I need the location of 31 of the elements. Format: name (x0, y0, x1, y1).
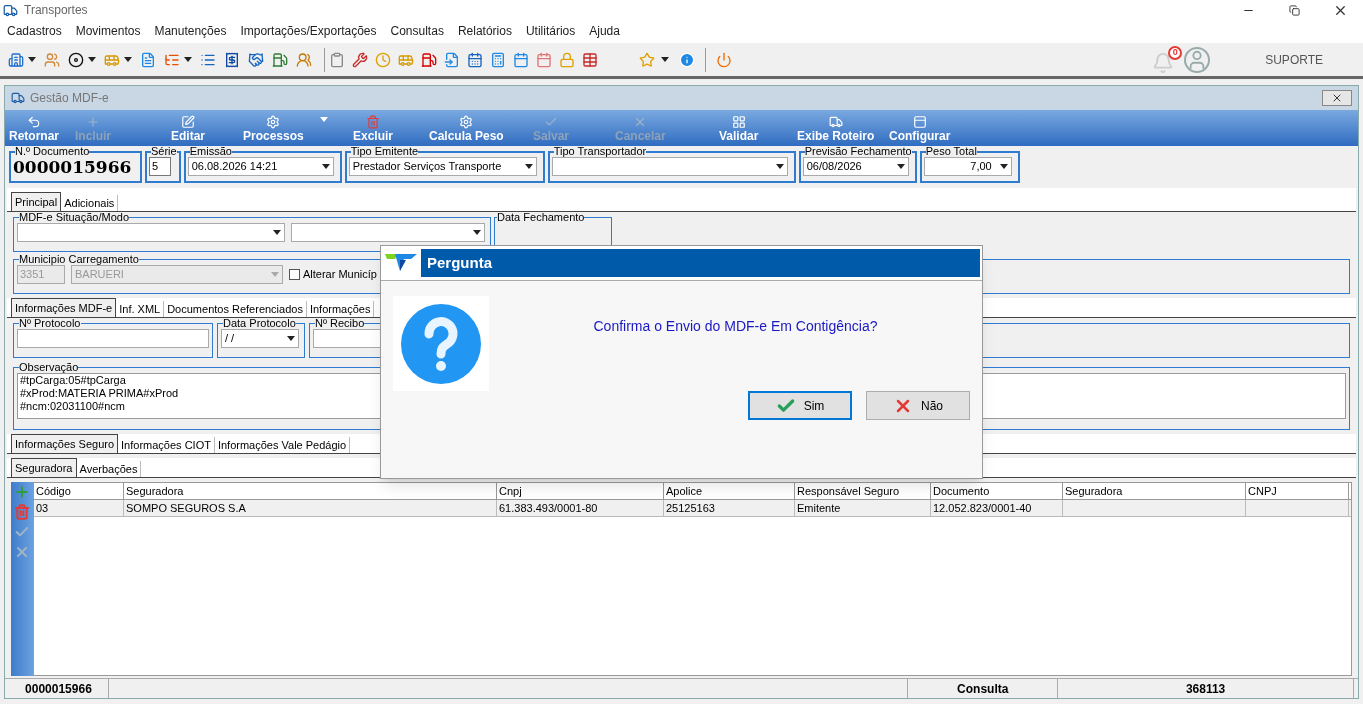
table-cell-text: 12.052.823/0001-40 (932, 501, 1033, 516)
field-label: Municipio Carregamento (19, 254, 139, 265)
document-number: 0000015966 (13, 157, 133, 177)
field-label: MDF-e Situação/Modo (19, 212, 130, 223)
dialog-message: Confirma o Envio do MDF-e Em Contigência? (593, 316, 878, 336)
notification-badge: 0 (1168, 45, 1183, 60)
user-name: SUPORTE (1265, 51, 1323, 69)
field-label: Previsão Fechamento (804, 146, 912, 157)
field-label: Tipo Emitente (350, 146, 419, 157)
field-label: Peso Total (925, 146, 977, 157)
field-label: Nº Recibo (315, 318, 365, 329)
field-label: Data Fechamento (497, 212, 585, 223)
field-label: N.º Documento (15, 146, 90, 157)
field-label: Data Protocolo (223, 318, 296, 329)
field-label: Emissão (189, 146, 232, 157)
status-text: 0000015966 (25, 680, 92, 698)
checkbox-label: Alterar Municíp (303, 267, 377, 283)
window-title: Transportes (24, 2, 88, 19)
field-label: Observação (19, 363, 79, 373)
table-cell-text: 25125163 (665, 501, 716, 516)
status-text: 368113 (1185, 680, 1226, 698)
table-cell-text: 61.383.493/0001-80 (498, 501, 599, 516)
field-label: Série (151, 146, 177, 157)
field-label: Nº Protocolo (19, 318, 81, 329)
table-cell-text: Emitente (796, 501, 842, 516)
table-cell-text: SOMPO SEGUROS S.A (125, 501, 247, 516)
field-label: Tipo Transportador (553, 146, 647, 157)
child-window-title: Gestão MDF-e (30, 90, 109, 107)
dialog-title-bar: Pergunta (421, 249, 980, 277)
table-cell-text: 03 (35, 501, 50, 516)
status-text: Consulta (957, 680, 1009, 698)
